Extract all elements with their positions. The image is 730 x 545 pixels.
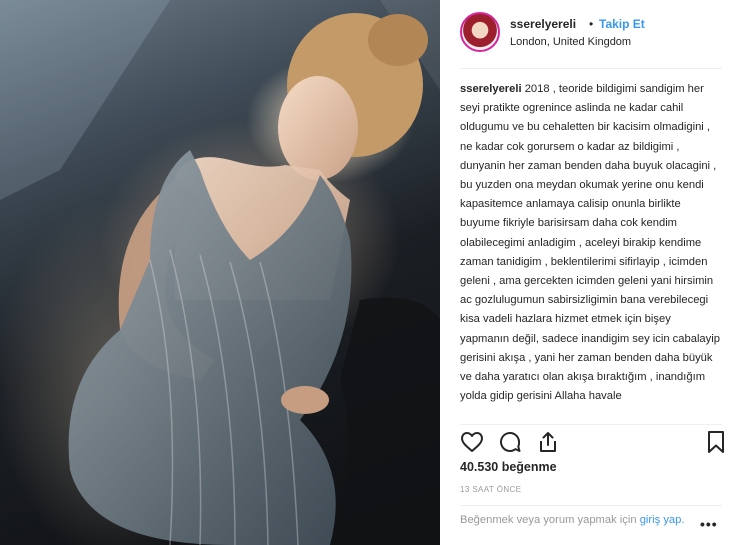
more-options-icon[interactable]: ••• <box>700 516 718 532</box>
heart-icon[interactable] <box>460 430 486 456</box>
login-prompt-text: Beğenmek veya yorum yapmak için <box>460 514 637 526</box>
post-username[interactable]: sserelyereli <box>510 17 576 31</box>
likes-count[interactable]: 40.530 beğenme <box>460 460 557 474</box>
post-photo[interactable] <box>0 0 440 545</box>
post-header: sserelyereli • Takip Et London, United K… <box>460 12 720 60</box>
photo-illustration <box>0 0 440 545</box>
footer-divider <box>460 505 722 506</box>
share-icon[interactable] <box>536 430 562 456</box>
header-divider <box>460 68 722 69</box>
action-bar <box>460 430 730 456</box>
post-location[interactable]: London, United Kingdom <box>510 36 631 48</box>
login-link[interactable]: giriş yap. <box>640 514 685 526</box>
caption-divider <box>460 424 722 425</box>
post-side-panel: sserelyereli • Takip Et London, United K… <box>440 0 730 545</box>
avatar[interactable] <box>460 12 500 52</box>
post-timestamp[interactable]: 13 SAAT ÖNCE <box>460 485 521 494</box>
caption-text: 2018 , teoride bildigimi sandigim her se… <box>460 83 720 403</box>
follow-button[interactable]: Takip Et <box>599 17 645 31</box>
login-prompt: Beğenmek veya yorum yapmak için giriş ya… <box>460 512 700 528</box>
post-caption: sserelyereli 2018 , teoride bildigimi sa… <box>460 80 722 420</box>
bookmark-icon[interactable] <box>704 430 730 456</box>
separator-dot: • <box>589 17 594 31</box>
caption-username[interactable]: sserelyereli <box>460 83 522 95</box>
comment-icon[interactable] <box>498 430 524 456</box>
